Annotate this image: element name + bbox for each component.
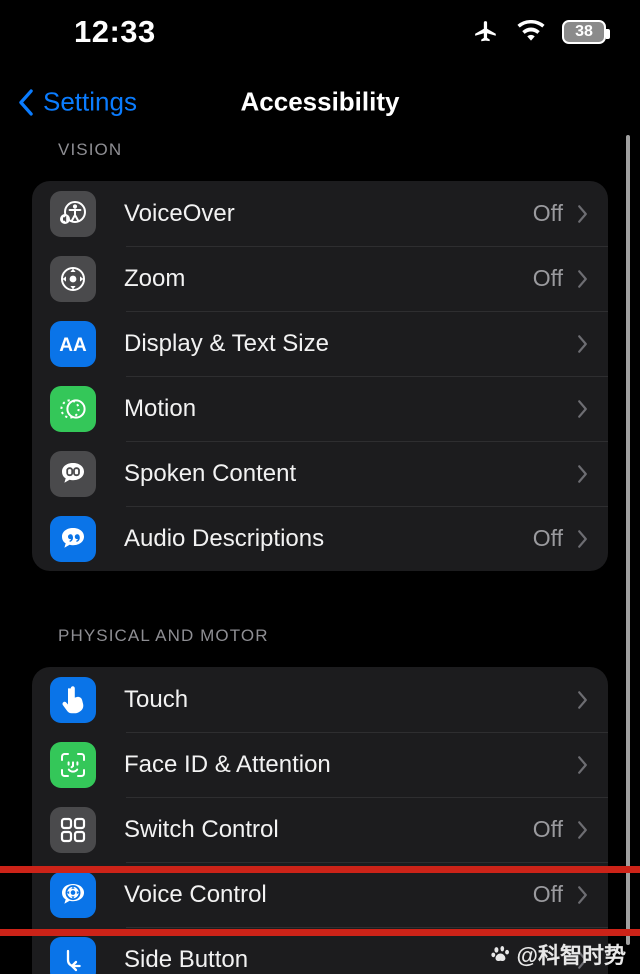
chevron-right-icon bbox=[578, 529, 587, 548]
list-item-label: Motion bbox=[124, 394, 197, 422]
list-item-voiceover[interactable]: VoiceOver Off bbox=[32, 181, 608, 246]
nav-bar: Settings Accessibility bbox=[0, 64, 640, 140]
list-item-touch[interactable]: Touch bbox=[32, 667, 608, 732]
list-item-audio-descriptions[interactable]: Audio Descriptions Off bbox=[32, 506, 608, 571]
spoken-content-icon bbox=[50, 450, 96, 497]
svg-text:AA: AA bbox=[59, 335, 87, 356]
watermark: @科智时势 bbox=[490, 938, 626, 970]
list-item-display-text-size[interactable]: AA Display & Text Size bbox=[32, 311, 608, 376]
display-text-size-icon: AA bbox=[50, 320, 96, 367]
annotation-line-top bbox=[0, 866, 640, 873]
chevron-right-icon bbox=[578, 204, 587, 223]
vertical-scrollbar[interactable] bbox=[626, 135, 630, 945]
annotation-line-bottom bbox=[0, 929, 640, 936]
list-item-face-id-attention[interactable]: Face ID & Attention bbox=[32, 732, 608, 797]
vision-card: VoiceOver Off Zoom Off AA Display & Text… bbox=[32, 181, 608, 571]
status-clock: 12:33 bbox=[74, 14, 156, 49]
list-item-label: Touch bbox=[124, 685, 189, 713]
chevron-right-icon bbox=[578, 755, 587, 774]
list-item-label: Zoom bbox=[124, 264, 186, 292]
list-item-label: Face ID & Attention bbox=[124, 750, 331, 778]
list-item-label: Audio Descriptions bbox=[124, 524, 325, 552]
motion-icon bbox=[50, 385, 96, 432]
list-item-label: Display & Text Size bbox=[124, 329, 329, 357]
side-button-icon bbox=[50, 936, 96, 974]
chevron-right-icon bbox=[578, 269, 587, 288]
chevron-right-icon bbox=[578, 820, 587, 839]
section-header-vision: VISION bbox=[58, 140, 123, 159]
audio-descriptions-icon bbox=[50, 515, 96, 562]
list-item-label: Spoken Content bbox=[124, 459, 297, 487]
list-item-value: Off bbox=[532, 525, 563, 551]
section-header-physical-and-motor: PHYSICAL AND MOTOR bbox=[58, 626, 269, 645]
voiceover-icon bbox=[50, 190, 96, 237]
touch-hand-icon bbox=[50, 676, 96, 723]
chevron-right-icon bbox=[578, 399, 587, 418]
face-id-icon bbox=[50, 741, 96, 788]
switch-control-grid-icon bbox=[50, 806, 96, 853]
list-item-label: Switch Control bbox=[124, 815, 279, 843]
list-item-motion[interactable]: Motion bbox=[32, 376, 608, 441]
wifi-icon bbox=[516, 20, 546, 44]
paw-logo-icon bbox=[490, 946, 509, 962]
status-icons: 38 bbox=[472, 19, 610, 45]
list-item-value: Off bbox=[532, 200, 563, 226]
status-bar: 12:33 38 bbox=[0, 0, 640, 64]
page-title: Accessibility bbox=[240, 86, 400, 117]
list-item-label: Voice Control bbox=[124, 880, 267, 908]
chevron-right-icon bbox=[578, 334, 587, 353]
chevron-right-icon bbox=[578, 885, 587, 904]
watermark-text: @科智时势 bbox=[516, 943, 626, 968]
list-item-spoken-content[interactable]: Spoken Content bbox=[32, 441, 608, 506]
settings-list[interactable]: VISION VoiceOver Off Zoom Off AA Display… bbox=[0, 140, 640, 974]
physical-motor-card: Touch Face ID & Attention Switch Control… bbox=[32, 667, 608, 974]
list-item-switch-control[interactable]: Switch Control Off bbox=[32, 797, 608, 862]
airplane-mode-icon bbox=[472, 19, 500, 45]
list-item-zoom[interactable]: Zoom Off bbox=[32, 246, 608, 311]
chevron-right-icon bbox=[578, 464, 587, 483]
list-item-value: Off bbox=[532, 816, 563, 842]
voice-control-icon bbox=[50, 871, 96, 918]
zoom-target-icon bbox=[50, 255, 96, 302]
chevron-right-icon bbox=[578, 690, 587, 709]
list-item-label: VoiceOver bbox=[124, 199, 235, 227]
battery-level: 38 bbox=[575, 23, 593, 40]
phone-screen: 12:33 38 Settings Accessibility VISION V… bbox=[0, 0, 640, 974]
list-item-value: Off bbox=[532, 881, 563, 907]
battery-icon: 38 bbox=[562, 20, 610, 44]
list-item-value: Off bbox=[532, 265, 563, 291]
